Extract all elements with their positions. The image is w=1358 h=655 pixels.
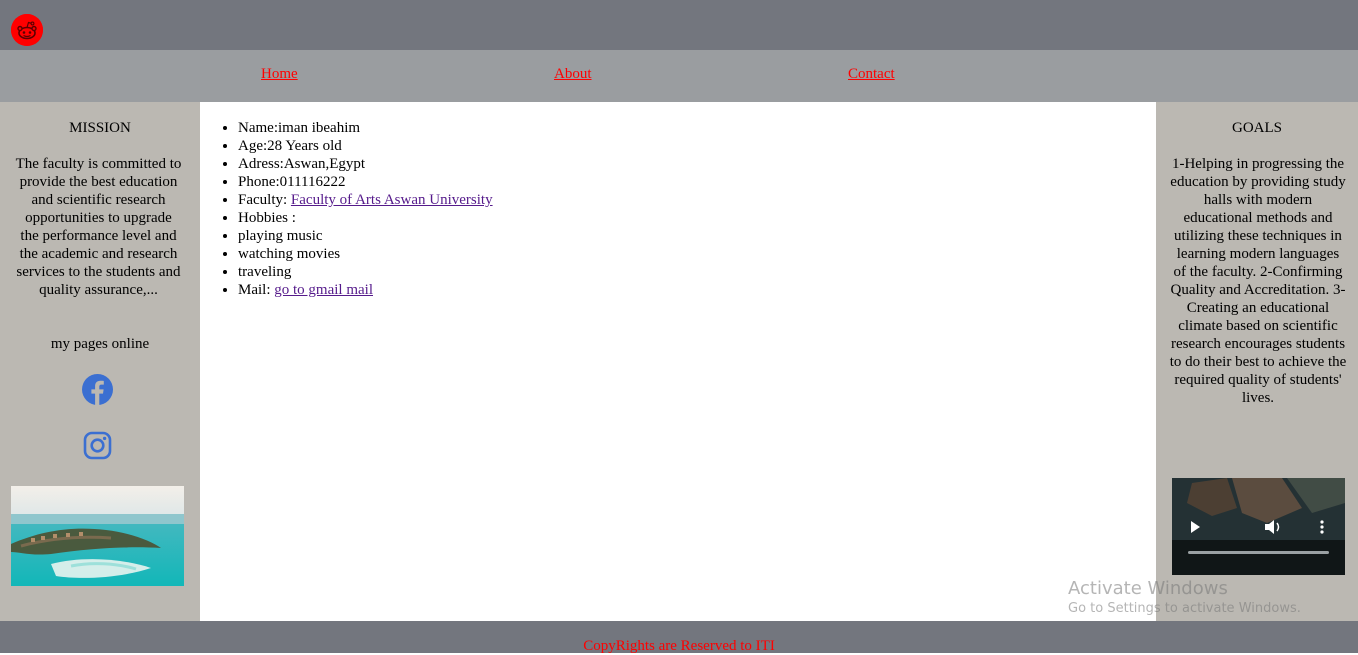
nav-home-link[interactable]: Home [261, 66, 298, 83]
faculty-link[interactable]: Faculty of Arts Aswan University [291, 192, 493, 208]
goals-title: GOALS [1231, 120, 1282, 136]
top-bar [0, 0, 1358, 50]
mail-label: Mail: [238, 282, 275, 298]
list-item-name: Name:iman ibeahim [238, 119, 493, 137]
nav-contact-link[interactable]: Contact [848, 66, 895, 83]
beach-resort-image [11, 486, 184, 586]
video-player[interactable] [1172, 478, 1345, 575]
footer: CopyRights are Reserved to ITI [0, 621, 1358, 654]
reddit-alien-icon[interactable] [11, 14, 43, 46]
windows-activation-watermark: Activate Windows Go to Settings to activ… [1068, 578, 1301, 618]
facebook-icon[interactable] [82, 374, 113, 405]
nav-about-link[interactable]: About [554, 66, 592, 83]
list-item-hobbies: Hobbies : [238, 209, 493, 227]
copyright-text: CopyRights are Reserved to ITI [583, 638, 775, 654]
goals-text: 1-Helping in progressing the education b… [1169, 156, 1347, 406]
main-content: Name:iman ibeahim Age:28 Years old Adres… [200, 102, 1156, 621]
list-item-hobby-music: playing music [238, 227, 493, 245]
gmail-link[interactable]: go to gmail mail [274, 282, 373, 298]
list-item-mail: Mail: go to gmail mail [238, 281, 493, 299]
list-item-hobby-movies: watching movies [238, 245, 493, 263]
list-item-hobby-traveling: traveling [238, 263, 493, 281]
online-pages-label: my pages online [50, 336, 150, 352]
list-item-age: Age:28 Years old [238, 137, 493, 155]
watermark-subtitle: Go to Settings to activate Windows. [1068, 601, 1301, 616]
list-item-address: Adress:Aswan,Egypt [238, 155, 493, 173]
instagram-icon[interactable] [83, 431, 112, 460]
profile-info-list: Name:iman ibeahim Age:28 Years old Adres… [238, 119, 493, 299]
more-options-icon [1320, 520, 1324, 534]
right-sidebar: GOALS 1-Helping in progressing the educa… [1156, 102, 1358, 621]
list-item-faculty: Faculty: Faculty of Arts Aswan Universit… [238, 191, 493, 209]
mission-title: MISSION [69, 120, 131, 136]
faculty-label: Faculty: [238, 192, 291, 208]
left-sidebar: MISSION The faculty is committed to prov… [0, 102, 200, 621]
nav-bar: Home About Contact [0, 50, 1358, 102]
mission-text: The faculty is committed to provide the … [15, 156, 182, 298]
list-item-phone: Phone:011116222 [238, 173, 493, 191]
watermark-title: Activate Windows [1068, 578, 1228, 599]
